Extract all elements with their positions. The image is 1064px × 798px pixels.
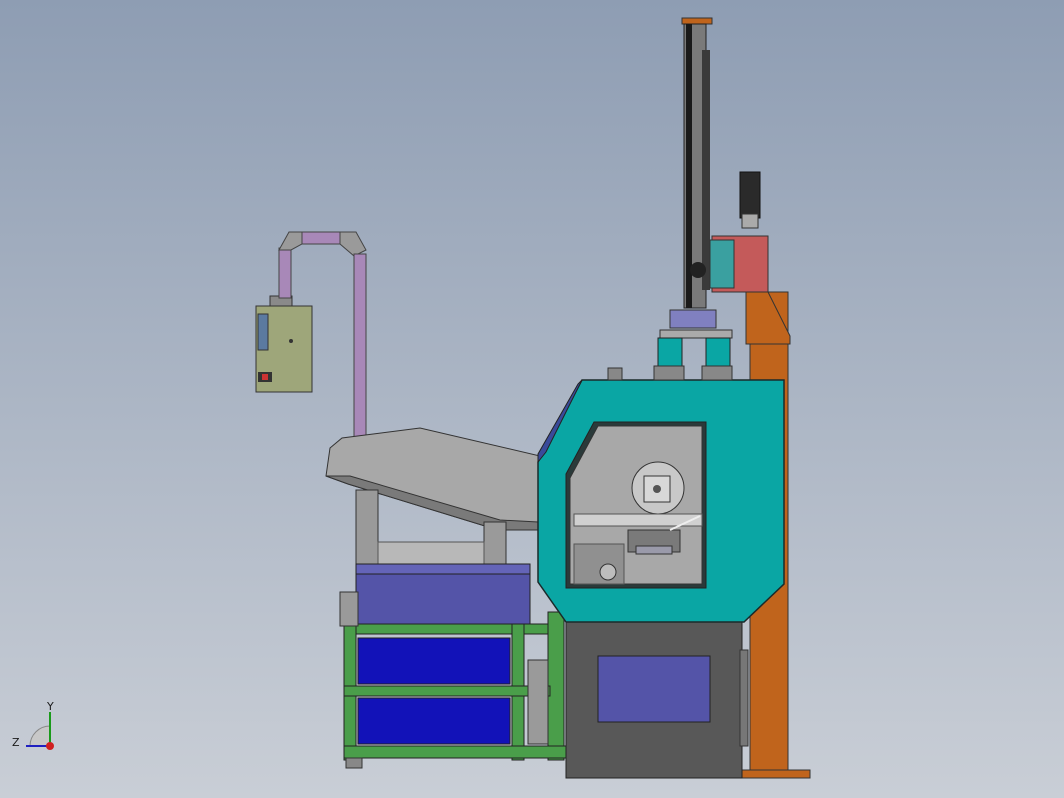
triad-y-label: Y [46, 700, 54, 713]
lathe-enclosure[interactable] [537, 367, 785, 623]
triad-z-label: Z [12, 736, 20, 749]
parts-tray[interactable] [355, 563, 531, 627]
cad-graphics-viewport[interactable]: Y Z [0, 0, 1064, 798]
dust-collector-cabinet[interactable] [255, 295, 313, 393]
assembly-view[interactable]: Y Z [0, 0, 1064, 798]
machine-base[interactable] [565, 619, 749, 779]
